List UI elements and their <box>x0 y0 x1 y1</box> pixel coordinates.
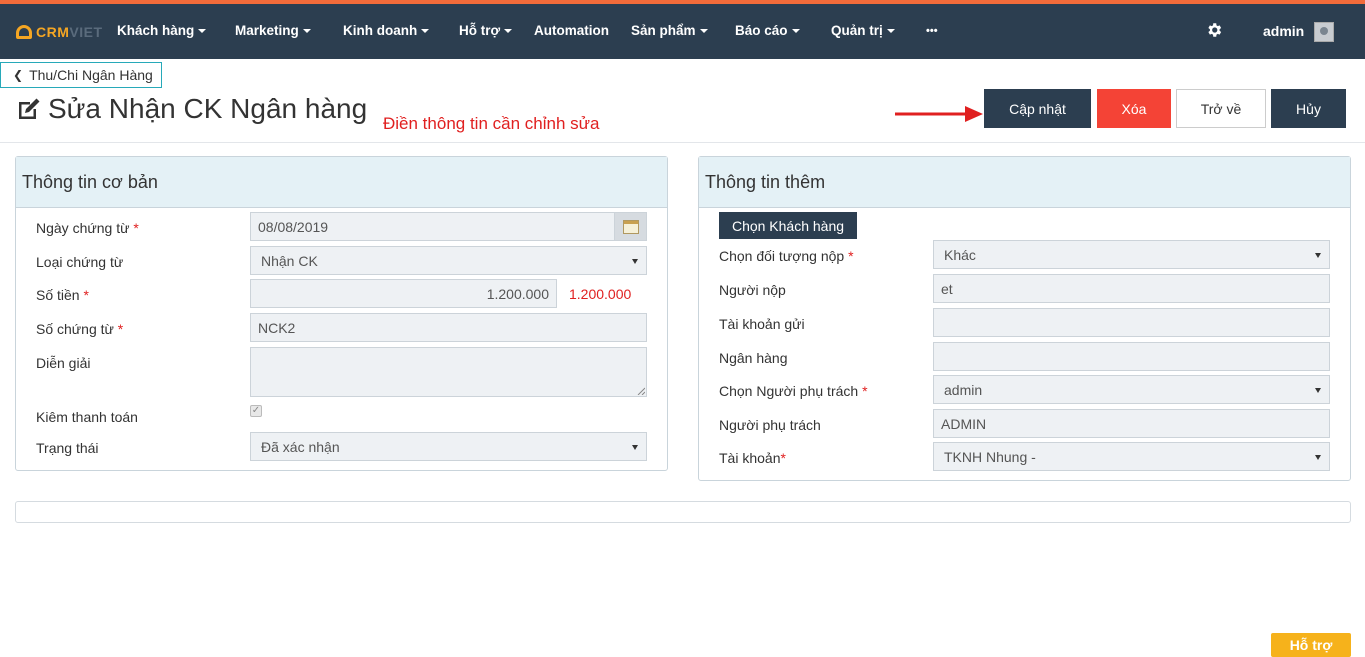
logo-text-secondary: VIET <box>69 24 103 40</box>
nav-item-marketing[interactable]: Marketing <box>235 23 311 38</box>
owner-label: Người phụ trách <box>719 417 821 433</box>
resize-handle-icon[interactable] <box>637 387 645 395</box>
extra-info-title: Thông tin thêm <box>699 157 1350 208</box>
bottom-panel <box>15 501 1351 523</box>
avatar[interactable] <box>1314 22 1334 42</box>
back-to-list-button[interactable]: ❮ Thu/Chi Ngân Hàng <box>0 62 162 88</box>
caret-down-icon <box>302 29 311 34</box>
account-send-field[interactable] <box>933 308 1330 337</box>
owner-select[interactable]: admin <box>933 375 1330 404</box>
account-send-label: Tài khoản gửi <box>719 316 805 332</box>
cancel-button[interactable]: Hủy <box>1271 89 1346 128</box>
chevron-down-icon <box>1315 253 1321 258</box>
account-select[interactable]: TKNH Nhung - <box>933 442 1330 471</box>
doc-no-field[interactable]: NCK2 <box>250 313 647 342</box>
owner-field[interactable]: ADMIN <box>933 409 1330 438</box>
calendar-button[interactable] <box>614 213 646 240</box>
nav-item-kinh-doanh[interactable]: Kinh doanh <box>343 23 430 38</box>
description-label: Diễn giải <box>36 355 91 371</box>
help-button[interactable]: Hỗ trợ <box>1271 633 1351 657</box>
description-textarea[interactable] <box>250 347 647 397</box>
account-label: Tài khoản* <box>719 450 786 466</box>
chevron-down-icon <box>632 445 638 450</box>
caret-down-icon <box>699 29 708 34</box>
edit-icon <box>19 98 40 119</box>
doc-no-label: Số chứng từ * <box>36 321 124 337</box>
page-title-text: Sửa Nhận CK Ngân hàng <box>48 93 368 124</box>
nav-item-san-pham[interactable]: Sản phẩm <box>631 23 708 38</box>
date-field[interactable]: 08/08/2019 <box>250 212 647 241</box>
user-name[interactable]: admin <box>1263 23 1304 39</box>
caret-down-icon <box>421 29 430 34</box>
logo-icon <box>16 25 32 39</box>
page-title: Sửa Nhận CK Ngân hàng <box>16 93 367 125</box>
return-button[interactable]: Trở về <box>1176 89 1266 128</box>
bank-field[interactable] <box>933 342 1330 371</box>
update-button[interactable]: Cập nhật <box>984 89 1091 128</box>
amount-field[interactable]: 1.200.000 <box>250 279 557 308</box>
date-label: Ngày chứng từ * <box>36 220 139 236</box>
caret-down-icon <box>504 29 513 34</box>
gear-icon[interactable] <box>1205 21 1223 39</box>
logo[interactable]: CRM VIET <box>16 23 103 41</box>
navbar: CRM VIET Khách hàng Marketing Kinh doanh… <box>0 4 1365 59</box>
payer-field[interactable]: et <box>933 274 1330 303</box>
owner-select-label: Chọn Người phụ trách * <box>719 383 868 399</box>
nav-item-automation[interactable]: Automation <box>534 23 609 38</box>
nav-item-khach-hang[interactable]: Khách hàng <box>117 23 207 38</box>
divider <box>0 142 1365 143</box>
chevron-down-icon <box>1315 388 1321 393</box>
hint-annotation: Điền thông tin cần chỉnh sửa <box>383 114 600 133</box>
payer-type-label: Chọn đối tượng nộp * <box>719 248 854 264</box>
calendar-icon <box>622 219 639 234</box>
payer-label: Người nộp <box>719 282 786 298</box>
nav-item-quan-tri[interactable]: Quản trị <box>831 23 895 38</box>
caret-down-icon <box>198 29 207 34</box>
status-select[interactable]: Đã xác nhận <box>250 432 647 461</box>
payer-type-select[interactable]: Khác <box>933 240 1330 269</box>
amount-label: Số tiền * <box>36 287 89 303</box>
nav-item-bao-cao[interactable]: Báo cáo <box>735 23 800 38</box>
chevron-left-icon: ❮ <box>13 68 24 82</box>
delete-button[interactable]: Xóa <box>1097 89 1171 128</box>
logo-text-primary: CRM <box>36 24 70 40</box>
chevron-down-icon <box>632 259 638 264</box>
caret-down-icon <box>886 29 895 34</box>
status-label: Trạng thái <box>36 440 99 456</box>
doc-type-select[interactable]: Nhận CK <box>250 246 647 275</box>
nav-more[interactable]: ••• <box>926 25 938 37</box>
choose-customer-button[interactable]: Chọn Khách hàng <box>719 212 857 239</box>
arrow-annotation-icon <box>895 106 983 122</box>
caret-down-icon <box>791 29 800 34</box>
basic-info-title: Thông tin cơ bản <box>16 157 667 208</box>
payment-label: Kiêm thanh toán <box>36 409 138 425</box>
bank-label: Ngân hàng <box>719 350 788 366</box>
amount-display: 1.200.000 <box>569 286 632 302</box>
doc-type-label: Loại chứng từ <box>36 254 124 270</box>
payment-checkbox[interactable]: ✓ <box>250 405 262 417</box>
back-to-list-label: Thu/Chi Ngân Hàng <box>29 67 153 83</box>
nav-item-ho-tro[interactable]: Hỗ trợ <box>459 23 513 38</box>
chevron-down-icon <box>1315 455 1321 460</box>
